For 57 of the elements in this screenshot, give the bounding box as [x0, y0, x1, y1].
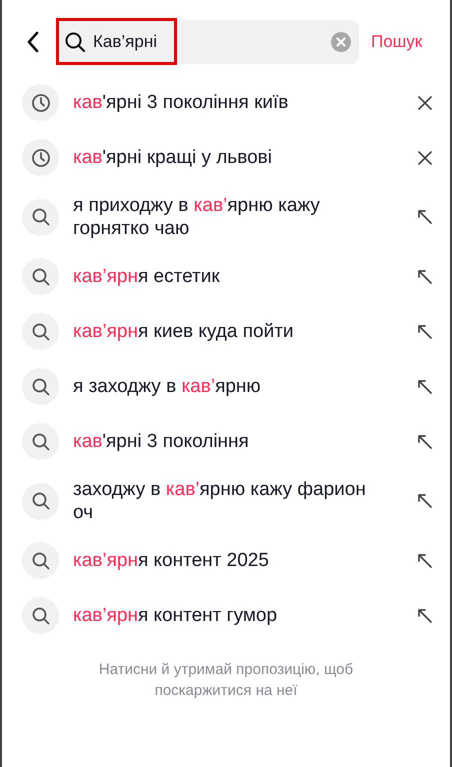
arrow-up-left-icon	[418, 554, 432, 568]
arrow-up-left-icon	[418, 380, 432, 394]
suggestion-text: кав’ярня контент 2025	[73, 549, 270, 572]
search-icon	[22, 542, 59, 579]
search-icon	[22, 258, 59, 295]
suggestion-item[interactable]: кав'ярні кращі у львові	[2, 130, 450, 185]
arrow-up-left-icon	[418, 324, 432, 338]
back-icon	[26, 31, 40, 53]
suggestion-item[interactable]: кав'ярні 3 покоління	[2, 414, 450, 469]
fill-button[interactable]	[418, 554, 432, 568]
search-icon	[22, 482, 59, 520]
remove-button[interactable]	[418, 150, 432, 164]
arrow-up-left-icon	[418, 494, 432, 508]
suggestion-item[interactable]: кав’ярня естетик	[2, 249, 450, 304]
suggestion-item[interactable]: кав’ярня контент гумор	[2, 588, 450, 643]
search-icon	[64, 31, 86, 53]
search-text: Кав’ярні	[93, 32, 158, 52]
suggestion-item[interactable]: заходжу в кав’ярню кажу фарион оч	[2, 469, 450, 533]
suggestion-item[interactable]: я заходжу в кав’ярню	[2, 359, 450, 414]
search-icon	[22, 198, 59, 236]
suggestion-item[interactable]: кав’ярня контент 2025	[2, 533, 450, 588]
suggestion-item[interactable]: я приходжу в кав’ярню кажу горнятко чаю	[2, 185, 450, 249]
suggestion-text: кав’ярня естетик	[73, 265, 221, 288]
clock-icon	[22, 139, 59, 176]
suggestion-text: кав'ярні 3 покоління	[73, 430, 250, 453]
suggestion-text: я приходжу в кав’ярню кажу горнятко чаю	[73, 194, 321, 240]
hint-text: Натисни й утримай пропозицію, щоб поскаржитися на неї	[98, 660, 354, 701]
fill-button[interactable]	[418, 324, 432, 338]
arrow-up-left-icon	[418, 210, 432, 224]
suggestion-text: кав'ярні кращі у львові	[73, 146, 273, 169]
search-button[interactable]: Пошук	[371, 32, 422, 52]
fill-button[interactable]	[418, 434, 432, 448]
remove-button[interactable]	[418, 96, 432, 110]
search-icon	[22, 597, 59, 634]
search-field[interactable]: Кав’ярні	[58, 20, 359, 64]
arrow-up-left-icon	[418, 608, 432, 622]
suggestion-text: я заходжу в кав’ярню	[73, 375, 262, 398]
fill-button[interactable]	[418, 608, 432, 622]
search-icon	[22, 368, 59, 405]
fill-button[interactable]	[418, 210, 432, 224]
close-icon	[418, 150, 432, 164]
clock-icon	[22, 84, 59, 121]
search-icon	[22, 423, 59, 460]
fill-button[interactable]	[418, 270, 432, 284]
fill-button[interactable]	[418, 380, 432, 394]
suggestion-text: кав’ярня контент гумор	[73, 604, 278, 627]
suggestion-text: кав'ярні 3 покоління київ	[73, 91, 290, 114]
fill-button[interactable]	[418, 494, 432, 508]
suggestion-item[interactable]: кав'ярні 3 покоління київ	[2, 75, 450, 130]
clear-icon	[331, 32, 351, 52]
search-icon	[22, 313, 59, 350]
arrow-up-left-icon	[418, 434, 432, 448]
arrow-up-left-icon	[418, 270, 432, 284]
suggestion-text: заходжу в кав’ярню кажу фарион оч	[73, 478, 367, 524]
close-icon	[418, 96, 432, 110]
suggestion-item[interactable]: кав’ярня киев куда пойти	[2, 304, 450, 359]
suggestion-text: кав’ярня киев куда пойти	[73, 320, 295, 343]
